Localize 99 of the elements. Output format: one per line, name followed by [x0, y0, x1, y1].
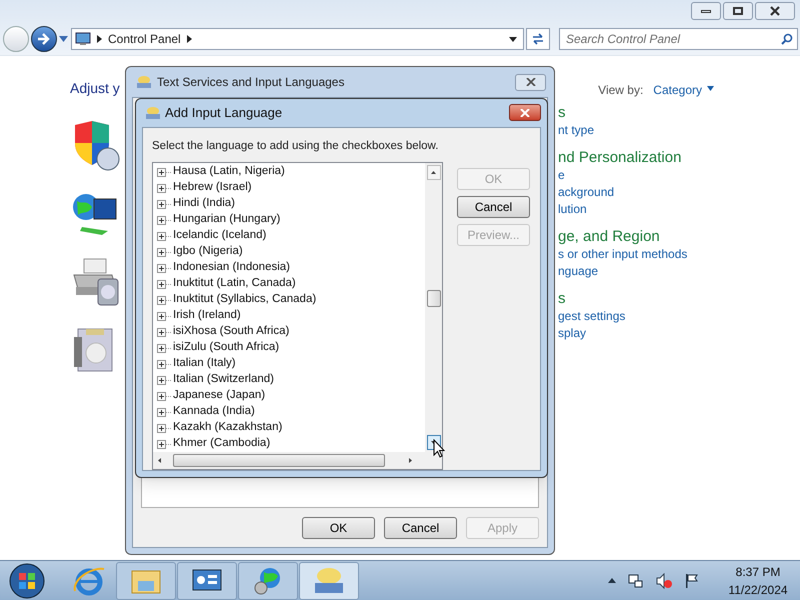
control-panel-icon: [75, 32, 91, 46]
language-item[interactable]: Igbo (Nigeria): [171, 243, 243, 261]
view-by-label: View by:: [598, 82, 644, 99]
category-heading[interactable]: ge, and Region: [558, 228, 800, 246]
expand-icon[interactable]: [157, 424, 166, 432]
keyboard-icon: [136, 75, 152, 89]
close-button[interactable]: [509, 104, 541, 122]
refresh-icon: [531, 33, 545, 45]
close-icon: [769, 6, 781, 16]
expand-icon[interactable]: [157, 264, 166, 272]
window-title: Text Services and Input Languages: [157, 74, 344, 91]
scroll-thumb[interactable]: [173, 454, 385, 467]
vertical-scrollbar[interactable]: [425, 163, 442, 452]
language-item[interactable]: Hausa (Latin, Nigeria): [171, 163, 285, 181]
minimize-button[interactable]: [691, 2, 721, 20]
category-heading[interactable]: s: [558, 290, 800, 308]
category-heading[interactable]: nd Personalization: [558, 149, 800, 167]
language-item[interactable]: Kannada (India): [171, 403, 255, 421]
horizontal-scrollbar[interactable]: [153, 452, 442, 469]
up-arrow-icon: [431, 171, 436, 174]
breadcrumb-arrow-icon[interactable]: [186, 35, 192, 43]
language-item[interactable]: isiZulu (South Africa): [171, 339, 280, 357]
expand-icon[interactable]: [157, 440, 166, 448]
address-bar[interactable]: Control Panel: [71, 28, 524, 50]
language-item[interactable]: Hebrew (Israel): [171, 179, 252, 197]
category-heading[interactable]: s: [558, 104, 800, 122]
network-icon[interactable]: [628, 572, 644, 588]
dialog-button[interactable]: Cancel: [457, 196, 530, 218]
language-item[interactable]: Inuktitut (Syllabics, Canada): [171, 291, 316, 309]
category-link[interactable]: ackground: [558, 184, 800, 201]
language-item[interactable]: Hungarian (Hungary): [171, 211, 280, 229]
close-icon: [526, 78, 536, 86]
expand-icon[interactable]: [157, 376, 166, 384]
dialog-button[interactable]: Cancel: [384, 517, 457, 539]
keyboard-icon: [312, 566, 346, 596]
right-arrow-icon[interactable]: [409, 458, 412, 463]
volume-muted-icon[interactable]: [656, 572, 672, 588]
start-button[interactable]: [8, 562, 46, 600]
expand-icon[interactable]: [157, 168, 166, 176]
arrow-icon: [37, 33, 51, 45]
expand-icon[interactable]: [157, 216, 166, 224]
dialog-button[interactable]: OK: [302, 517, 375, 539]
page-heading: Adjust y: [70, 79, 121, 98]
taskbar-button[interactable]: [177, 562, 237, 600]
scroll-thumb[interactable]: [426, 290, 440, 307]
search-field[interactable]: Search Control Panel: [559, 28, 798, 50]
left-arrow-icon[interactable]: [158, 458, 161, 463]
expand-icon[interactable]: [157, 392, 166, 400]
expand-icon[interactable]: [157, 360, 166, 368]
expand-icon[interactable]: [157, 200, 166, 208]
language-item[interactable]: Inuktitut (Latin, Canada): [171, 275, 296, 293]
language-item[interactable]: Italian (Switzerland): [171, 371, 274, 389]
category-link[interactable]: nt type: [558, 122, 800, 139]
expand-icon[interactable]: [157, 184, 166, 192]
language-item[interactable]: isiXhosa (South Africa): [171, 323, 290, 341]
close-button[interactable]: [755, 2, 795, 20]
show-hidden-icons-icon[interactable]: [608, 578, 616, 583]
expand-icon[interactable]: [157, 232, 166, 240]
category-link[interactable]: s or other input methods: [558, 246, 800, 263]
view-by-dropdown[interactable]: Category: [653, 81, 714, 100]
breadcrumb-item[interactable]: Control Panel: [108, 30, 181, 48]
search-icon[interactable]: [781, 33, 793, 45]
language-item[interactable]: Icelandic (Iceland): [171, 227, 266, 245]
category-link[interactable]: splay: [558, 325, 800, 342]
language-item[interactable]: Japanese (Japan): [171, 387, 266, 405]
dropdown-arrow-icon: [707, 86, 714, 91]
expand-icon[interactable]: [157, 328, 166, 336]
language-item[interactable]: Hindi (India): [171, 195, 235, 213]
shield-icon[interactable]: [72, 121, 120, 171]
category-link[interactable]: gest settings: [558, 308, 800, 325]
language-item[interactable]: Indonesian (Indonesia): [171, 259, 290, 277]
instruction-text: Select the language to add using the checkboxes below.: [152, 138, 440, 154]
language-item[interactable]: Khmer (Cambodia): [171, 435, 270, 453]
close-icon: [520, 108, 530, 117]
breadcrumb-arrow-icon[interactable]: [97, 35, 102, 43]
forward-button[interactable]: [31, 26, 57, 52]
expand-icon[interactable]: [157, 296, 166, 304]
close-button[interactable]: [515, 74, 546, 90]
keyboard-icon: [145, 106, 161, 120]
expand-icon[interactable]: [157, 344, 166, 352]
language-item[interactable]: Italian (Italy): [171, 355, 236, 373]
scroll-up-button[interactable]: [426, 165, 440, 180]
category-link[interactable]: nguage: [558, 263, 800, 280]
category-link[interactable]: lution: [558, 201, 800, 218]
restore-button[interactable]: [723, 2, 753, 20]
language-item[interactable]: Kazakh (Kazakhstan): [171, 419, 282, 437]
window-title: Add Input Language: [165, 104, 282, 122]
flag-icon[interactable]: [684, 572, 700, 588]
expand-icon[interactable]: [157, 312, 166, 320]
refresh-button[interactable]: [526, 28, 550, 50]
expand-icon[interactable]: [157, 408, 166, 416]
clock-time[interactable]: 8:37 PM: [736, 562, 780, 580]
expand-icon[interactable]: [157, 248, 166, 256]
expand-icon[interactable]: [157, 280, 166, 288]
dropdown-arrow-icon[interactable]: [509, 36, 517, 42]
printer-icon[interactable]: [72, 257, 120, 307]
category-link[interactable]: e: [558, 167, 800, 184]
clock-date[interactable]: 11/22/2024: [728, 580, 788, 598]
language-item[interactable]: Irish (Ireland): [171, 307, 241, 325]
